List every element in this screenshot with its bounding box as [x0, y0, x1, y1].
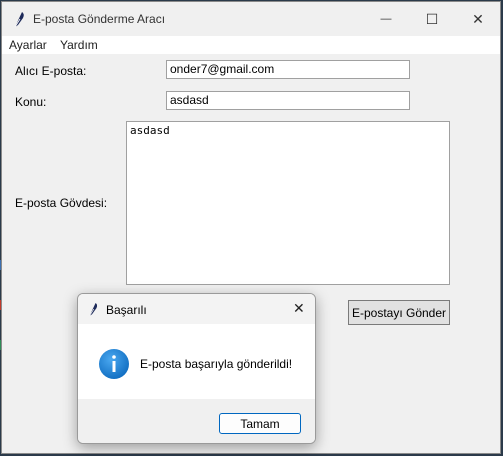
ok-button[interactable]: Tamam — [219, 413, 301, 434]
minimize-button[interactable]: — — [363, 2, 409, 36]
feather-icon — [89, 303, 98, 317]
feather-icon — [14, 12, 24, 28]
close-icon: ✕ — [472, 10, 484, 27]
menu-bar: Ayarlar Yardım — [2, 36, 500, 54]
subject-input[interactable]: asdasd — [166, 91, 410, 110]
dialog-title: Başarılı — [106, 303, 147, 317]
minimize-icon: — — [380, 13, 392, 25]
body-textarea[interactable]: asdasd — [126, 121, 450, 285]
info-icon — [99, 349, 129, 379]
menu-ayarlar[interactable]: Ayarlar — [9, 38, 47, 52]
close-button[interactable]: ✕ — [455, 2, 500, 36]
window-title: E-posta Gönderme Aracı — [33, 12, 166, 26]
dialog-close-icon[interactable]: ✕ — [293, 300, 305, 317]
maximize-button[interactable]: ☐ — [409, 2, 455, 36]
dialog-footer: Tamam — [78, 399, 315, 443]
title-bar[interactable]: E-posta Gönderme Aracı — ☐ ✕ — [2, 2, 500, 36]
dialog-message: E-posta başarıyla gönderildi! — [140, 357, 293, 371]
menu-yardim[interactable]: Yardım — [60, 38, 98, 52]
recipient-label: Alıcı E-posta: — [15, 64, 87, 78]
body-label: E-posta Gövdesi: — [15, 196, 108, 210]
dialog-title-bar[interactable]: Başarılı ✕ — [78, 294, 315, 324]
send-button[interactable]: E-postayı Gönder — [348, 300, 450, 325]
dialog-body: E-posta başarıyla gönderildi! — [78, 324, 315, 399]
success-dialog: Başarılı ✕ E-posta başarıyla gönderildi!… — [77, 293, 316, 444]
maximize-icon: ☐ — [425, 10, 439, 27]
subject-label: Konu: — [15, 95, 47, 109]
recipient-input[interactable]: onder7@gmail.com — [166, 60, 410, 79]
